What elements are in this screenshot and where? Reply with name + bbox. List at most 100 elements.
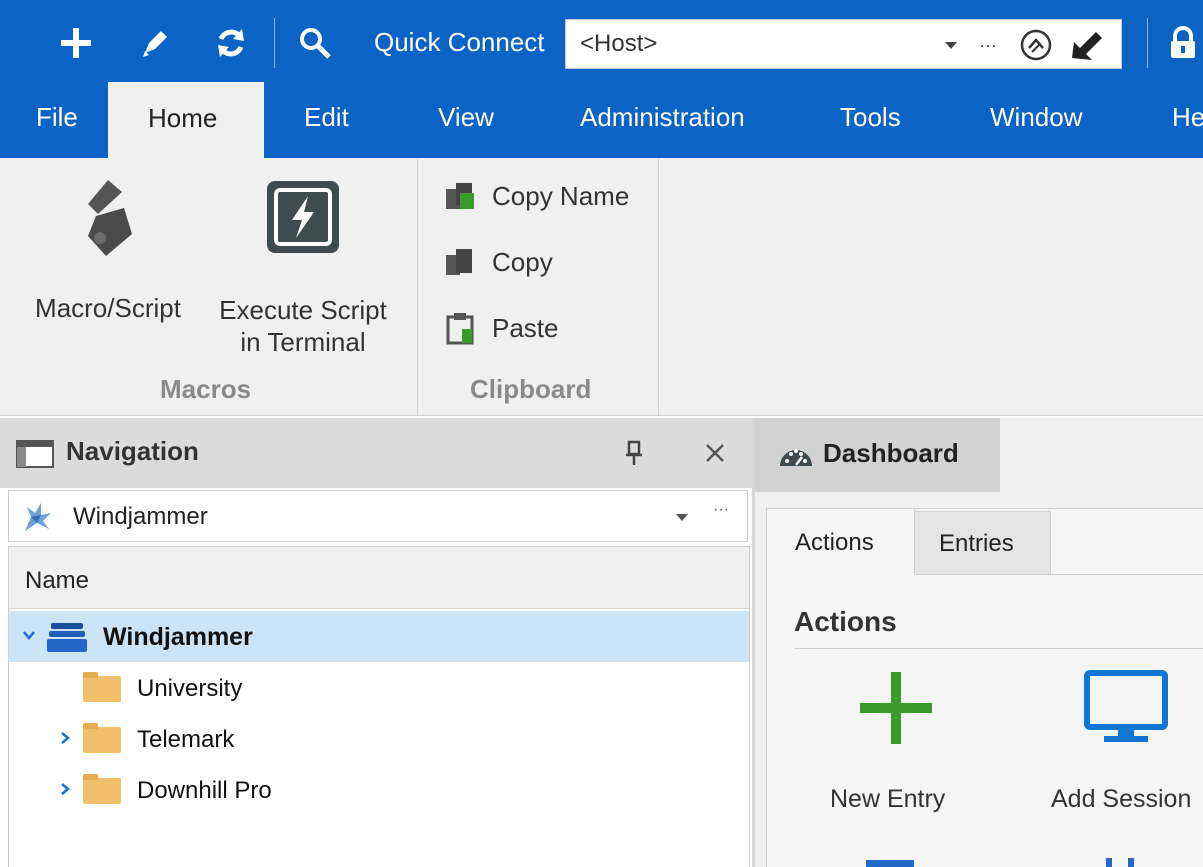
chevron-down-icon <box>945 42 957 49</box>
navigation-tree: Name Windjammer University Telemark Down… <box>8 546 750 867</box>
quick-connect-host-field[interactable]: ··· <box>565 19 1122 69</box>
tab-actions-label: Actions <box>795 529 874 556</box>
navigation-panel-header: Navigation <box>0 418 752 488</box>
tree-item-label: University <box>137 675 243 702</box>
chevron-down-icon <box>676 514 688 521</box>
folder-icon <box>83 774 121 804</box>
tabs-baseline <box>1051 574 1203 575</box>
tree-item-windjammer[interactable]: Windjammer <box>9 611 749 662</box>
menu-edit[interactable]: Edit <box>304 102 349 133</box>
menu-file[interactable]: File <box>36 102 78 133</box>
search-icon <box>300 28 331 59</box>
ribbon-group-separator <box>417 158 418 415</box>
host-more-button[interactable]: ··· <box>974 28 1002 62</box>
pencil-icon <box>143 31 167 57</box>
navigation-title: Navigation <box>66 436 199 466</box>
terminal-lightning-icon <box>267 181 339 253</box>
datasource-selector[interactable]: Windjammer ··· <box>8 490 748 542</box>
copy-label: Copy <box>492 246 553 277</box>
tree-expand-toggle[interactable] <box>57 779 73 799</box>
chevron-down-icon <box>23 631 35 640</box>
execute-script-label-line1: Execute Script <box>219 295 387 325</box>
execute-script-in-terminal-button[interactable]: Execute Script in Terminal <box>208 168 398 358</box>
folder-icon <box>83 723 121 753</box>
chevron-right-icon <box>61 732 70 744</box>
host-dropdown-button[interactable] <box>938 28 964 62</box>
toolbar-separator <box>274 18 275 68</box>
windjammer-datasource-icon <box>25 503 51 531</box>
tab-entries-label: Entries <box>939 530 1014 557</box>
folder-icon <box>83 672 121 702</box>
tree-item-label: Downhill Pro <box>137 777 272 804</box>
dashboard-gauge-icon <box>780 449 812 466</box>
host-input[interactable] <box>580 28 920 60</box>
navigation-panel-icon <box>16 440 54 468</box>
tab-dashboard-label: Dashboard <box>823 438 959 468</box>
title-toolbar: Quick Connect ··· File Home <box>0 0 1203 160</box>
copy-button[interactable]: Copy <box>444 242 553 282</box>
menu-help[interactable]: He <box>1172 102 1203 133</box>
pin-button[interactable] <box>620 438 648 468</box>
monitor-icon <box>1084 670 1168 742</box>
datasource-value: Windjammer <box>73 503 208 530</box>
macro-script-button[interactable]: Macro/Script <box>20 168 196 348</box>
menu-view[interactable]: View <box>438 102 494 133</box>
quick-connect-go-button[interactable] <box>1066 28 1106 62</box>
tree-item-downhill-pro[interactable]: Downhill Pro <box>9 765 749 816</box>
tree-item-university[interactable]: University <box>9 663 749 714</box>
macro-script-label: Macro/Script <box>35 293 181 323</box>
search-button[interactable] <box>292 20 338 66</box>
datasource-more-button[interactable]: ··· <box>713 501 741 527</box>
ribbon-group-separator <box>658 158 659 415</box>
copy-name-icon <box>446 183 474 209</box>
remote-desktop-icon <box>1020 29 1052 61</box>
lock-icon <box>1171 26 1195 58</box>
datasource-dropdown-button[interactable] <box>675 509 695 525</box>
add-session-label: Add Session <box>1051 785 1192 813</box>
copy-name-button[interactable]: Copy Name <box>444 176 629 216</box>
paste-label: Paste <box>492 312 559 343</box>
tree-column-header[interactable]: Name <box>9 547 749 609</box>
actions-section-title: Actions <box>794 606 897 637</box>
quick-connect-label: Quick Connect <box>374 27 545 57</box>
menu-administration[interactable]: Administration <box>580 102 745 133</box>
actions-divider <box>794 648 1203 649</box>
copy-icon <box>446 249 472 275</box>
tree-item-label: Telemark <box>137 726 235 753</box>
tab-entries[interactable]: Entries <box>915 511 1051 575</box>
edit-button[interactable] <box>132 20 178 66</box>
plus-icon <box>860 672 932 744</box>
menu-window[interactable]: Window <box>990 102 1082 133</box>
close-icon <box>706 444 724 462</box>
column-header-name: Name <box>25 567 90 594</box>
refresh-button[interactable] <box>208 20 254 66</box>
next-action-icon-partial <box>866 860 914 867</box>
tab-actions[interactable]: Actions <box>767 509 915 575</box>
next-action-icon-partial <box>1098 858 1148 867</box>
execute-script-label-line2: in Terminal <box>240 327 366 357</box>
pin-icon <box>626 440 642 465</box>
menu-home-label: Home <box>148 103 218 133</box>
paste-button[interactable]: Paste <box>444 308 559 348</box>
plus-icon <box>61 28 91 58</box>
toolbar-separator <box>1147 18 1148 68</box>
tree-expand-toggle[interactable] <box>57 728 73 748</box>
add-button[interactable] <box>53 20 99 66</box>
script-icon <box>88 180 132 256</box>
document-tabstrip: Dashboard <box>755 418 1203 492</box>
database-icon <box>47 623 87 652</box>
connect-protocol-button[interactable] <box>1016 28 1056 62</box>
paste-icon <box>446 313 474 345</box>
menu-home[interactable]: Home <box>108 82 264 160</box>
refresh-icon <box>218 29 244 57</box>
tab-dashboard[interactable]: Dashboard <box>755 418 1000 492</box>
close-navigation-button[interactable] <box>700 438 730 468</box>
lock-button[interactable] <box>1168 20 1203 66</box>
tree-item-telemark[interactable]: Telemark <box>9 714 749 765</box>
clipboard-group-label: Clipboard <box>470 374 592 404</box>
chevron-right-icon <box>61 783 70 795</box>
arrow-down-left-icon <box>1072 32 1102 60</box>
tree-expand-toggle[interactable] <box>21 625 37 645</box>
menu-tools[interactable]: Tools <box>840 102 901 133</box>
macros-group-label: Macros <box>160 374 252 404</box>
